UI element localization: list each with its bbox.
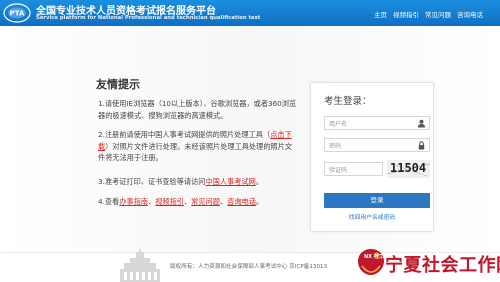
user-icon: [417, 119, 426, 128]
login-title: 考生登录：: [324, 96, 372, 107]
captcha-placeholder: 验证码: [329, 167, 348, 174]
logo-text: PTA: [10, 10, 25, 18]
login-button[interactable]: 登录: [324, 193, 430, 208]
guide-link[interactable]: 办事指南: [119, 197, 148, 206]
header-bar: PTA 全国专业技术人员资格考试报名服务平台 Service platform …: [0, 0, 500, 26]
username-input[interactable]: 用户名: [324, 116, 430, 130]
tip-admission-pre: 3.准考证打印、证书查验等请访问: [98, 177, 206, 186]
captcha-image[interactable]: 11504: [387, 160, 430, 178]
login-panel: 考生登录： 用户名 密码 验证码 11504 登录 找回用户名或密码: [310, 82, 434, 232]
tip-links: 4.查看办事指南、视频指引、常见问题、咨询电话。: [98, 196, 298, 208]
tip-photo-tool: 2.注册前请使用中国人事考试网提供的照片处理工具（点击下载）对照片文件进行处理。…: [98, 129, 298, 164]
nav-home[interactable]: 主页: [374, 9, 387, 19]
tip-photo-text-pre: 2.注册前请使用中国人事考试网提供的照片处理工具（: [98, 130, 271, 139]
tip-browser: 1.请使用IE浏览器（10以上版本）、谷歌浏览器，或者360浏览器的极速模式、搜…: [98, 99, 297, 120]
watermark-text: 宁夏社会工作网: [385, 255, 500, 276]
tip-links-pre: 4.查看: [98, 197, 120, 206]
tip-admission: 3.准考证打印、证书查验等请访问中国人事考试网。: [98, 176, 298, 188]
building-silhouette-icon: [120, 249, 160, 282]
captcha-input[interactable]: 验证码: [324, 162, 383, 176]
tips-title: 友情提示: [96, 78, 140, 91]
cpta-link[interactable]: 中国人事考试网: [205, 177, 255, 186]
watermark-logo-text: NX 社工: [364, 254, 384, 260]
site-subtitle: Service platform for National Profession…: [36, 15, 261, 21]
nav-video-guide[interactable]: 视频指引: [393, 9, 419, 19]
nav-contact[interactable]: 咨询电话: [457, 9, 483, 19]
faq-link[interactable]: 常见问题: [191, 197, 220, 206]
copyright-text: 版权所有：人力资源和社会保障部人事考试中心 京ICP备13013: [170, 264, 328, 270]
nav-faq[interactable]: 常见问题: [425, 9, 451, 19]
tip-photo-text-post: ）对照片文件进行处理。未经该照片处理工具处理的照片文件将无法用于注册。: [98, 141, 293, 163]
password-placeholder: 密码: [329, 143, 342, 150]
tip-links-post: 。: [255, 197, 264, 206]
contact-link[interactable]: 咨询电话: [227, 197, 256, 206]
username-placeholder: 用户名: [329, 121, 348, 128]
video-guide-link[interactable]: 视频指引: [155, 197, 184, 206]
recover-account-link[interactable]: 找回用户名或密码: [311, 212, 433, 221]
captcha-code: 11504: [390, 161, 427, 175]
password-input[interactable]: 密码: [324, 138, 430, 152]
tip-admission-post: 。: [255, 177, 264, 186]
lock-icon: [418, 141, 425, 150]
pta-logo-icon: PTA: [3, 3, 31, 23]
